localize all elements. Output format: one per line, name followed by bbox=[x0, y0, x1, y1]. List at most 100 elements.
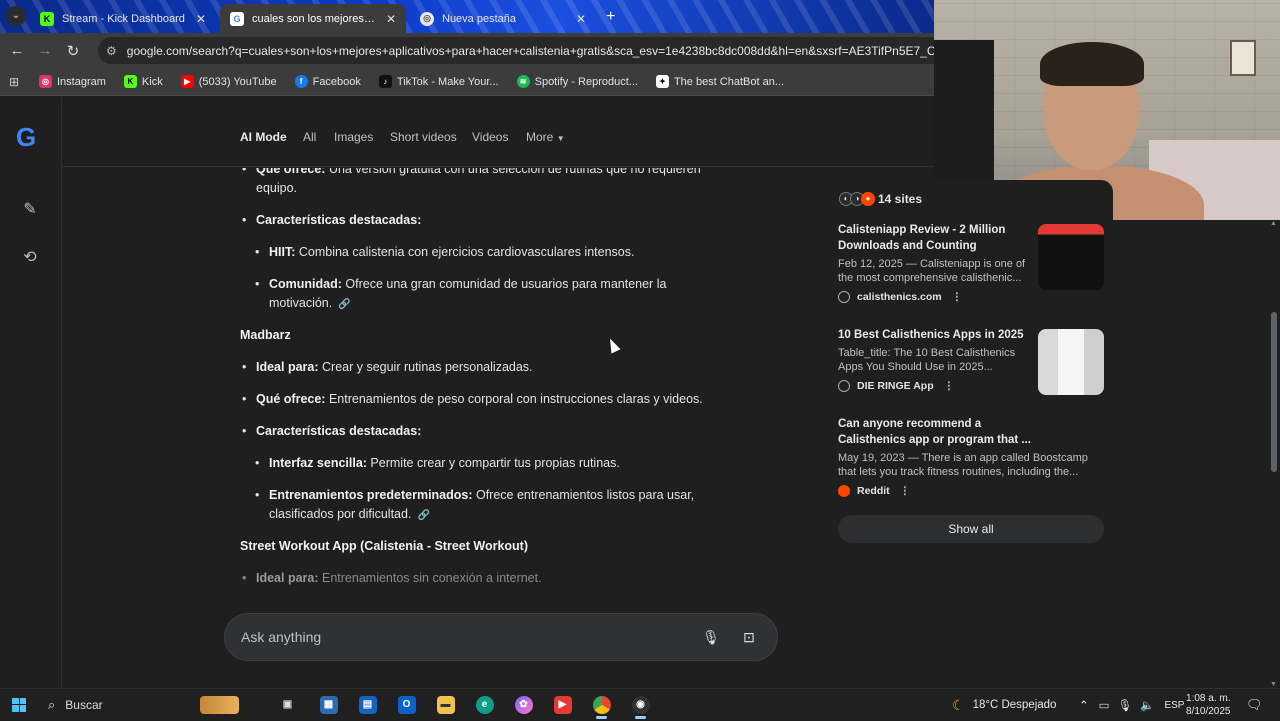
source-title[interactable]: Can anyone recommend a Calisthenics app … bbox=[838, 416, 1033, 448]
source-thumbnail bbox=[1038, 329, 1104, 395]
network-icon[interactable]: ▭ bbox=[1099, 698, 1110, 712]
reddit-icon bbox=[838, 485, 850, 497]
tab-short-videos[interactable]: Short videos bbox=[390, 130, 457, 144]
tab-ai-mode[interactable]: AI Mode bbox=[240, 130, 287, 144]
history-icon[interactable]: ⟲ bbox=[20, 247, 40, 267]
caret-down-icon: ▼ bbox=[556, 134, 565, 143]
source-card[interactable]: Calisteniapp Review - 2 Million Download… bbox=[838, 222, 1104, 303]
close-icon[interactable]: ✕ bbox=[576, 12, 586, 26]
tab-search-button[interactable]: ⌄ bbox=[6, 6, 26, 26]
weather-text: 18°C Despejado bbox=[972, 699, 1057, 711]
item-label: HIIT: bbox=[269, 245, 296, 259]
start-button[interactable] bbox=[0, 689, 38, 721]
new-tab-button[interactable]: + bbox=[606, 8, 615, 26]
microphone-icon[interactable]: 🎙 bbox=[1118, 698, 1133, 712]
source-favicon: ● bbox=[861, 192, 875, 206]
bookmark-chatbot[interactable]: ✦ The best ChatBot an... bbox=[655, 75, 784, 88]
bookmark-facebook[interactable]: f Facebook bbox=[294, 75, 361, 88]
list-item: Características destacadas: bbox=[242, 424, 422, 438]
item-label: Características destacadas: bbox=[256, 213, 422, 227]
page-scrollbar[interactable]: ▲ ▼ bbox=[1268, 220, 1280, 688]
clock-date: 8/10/2025 bbox=[1186, 706, 1231, 717]
taskbar-obs[interactable]: ◉ bbox=[621, 689, 660, 721]
link-icon[interactable]: 🔗 bbox=[417, 510, 429, 521]
source-title[interactable]: 10 Best Calisthenics Apps in 2025 bbox=[838, 327, 1033, 343]
chatbot-icon: ✦ bbox=[655, 75, 669, 88]
notifications-button[interactable]: 🗨 bbox=[1246, 689, 1263, 721]
link-icon[interactable]: 🔗 bbox=[338, 299, 350, 310]
clock[interactable]: 1:08 a. m. 8/10/2025 bbox=[1186, 689, 1231, 721]
close-icon[interactable]: ✕ bbox=[386, 12, 396, 26]
taskbar-app[interactable]: ▶ bbox=[543, 689, 582, 721]
source-site-name: calisthenics.com bbox=[857, 291, 942, 303]
item-label: Características destacadas: bbox=[256, 424, 422, 438]
scroll-down-icon[interactable]: ▼ bbox=[1270, 681, 1277, 688]
calisthenics-site-icon bbox=[838, 291, 850, 303]
list-item-continuation: motivación. 🔗 bbox=[269, 296, 351, 310]
tab-more[interactable]: More ▼ bbox=[526, 130, 565, 144]
item-text: Ofrece una gran comunidad de usuarios pa… bbox=[341, 277, 667, 291]
search-icon: ⌕ bbox=[48, 696, 56, 712]
source-snippet: Table_title: The 10 Best Calisthenics Ap… bbox=[838, 347, 1016, 373]
more-vert-icon[interactable]: ⋮ bbox=[952, 291, 963, 303]
source-card[interactable]: 10 Best Calisthenics Apps in 2025 Table_… bbox=[838, 327, 1104, 395]
back-button[interactable]: ← bbox=[6, 42, 28, 59]
weather-moon-icon: ☾ bbox=[952, 696, 965, 713]
bookmark-instagram[interactable]: ◎ Instagram bbox=[39, 75, 106, 88]
ask-input[interactable]: Ask anything bbox=[241, 629, 701, 645]
reload-button[interactable]: ↻ bbox=[62, 42, 84, 60]
more-vert-icon[interactable]: ⋮ bbox=[900, 485, 911, 497]
google-logo[interactable]: G bbox=[16, 123, 44, 151]
site-info-icon[interactable]: ⚙ bbox=[106, 44, 117, 58]
address-bar[interactable]: ⚙ google.com/search?q=cuales+son+los+mej… bbox=[98, 37, 934, 64]
new-chat-icon[interactable]: ✎ bbox=[20, 199, 40, 219]
item-text: motivación. bbox=[269, 296, 333, 310]
bookmark-kick[interactable]: K Kick bbox=[123, 75, 163, 88]
taskbar-app[interactable]: ▤ bbox=[348, 689, 387, 721]
tab-google-search[interactable]: G cuales son los mejores aplicativ ✕ bbox=[220, 4, 406, 33]
volume-icon[interactable]: 🔈 bbox=[1140, 698, 1154, 712]
sources-count[interactable]: ◐ ◑ ● 14 sites bbox=[839, 192, 922, 206]
microphone-icon[interactable]: 🎙 bbox=[701, 629, 721, 646]
bookmark-spotify[interactable]: ≋ Spotify - Reproduct... bbox=[516, 75, 638, 88]
forward-button[interactable]: → bbox=[34, 42, 56, 59]
taskbar-task-view[interactable]: ▣ bbox=[268, 689, 307, 721]
source-title[interactable]: Calisteniapp Review - 2 Million Download… bbox=[838, 222, 1033, 254]
taskbar-app[interactable]: ✿ bbox=[504, 689, 543, 721]
apps-grid-icon[interactable]: ⊞ bbox=[9, 75, 25, 89]
lens-camera-icon[interactable]: ⊡ bbox=[739, 629, 759, 646]
tab-new-tab[interactable]: ◎ Nueva pestaña ✕ bbox=[410, 4, 596, 33]
weather-widget[interactable]: ☾ 18°C Despejado bbox=[952, 689, 1056, 721]
tab-videos[interactable]: Videos bbox=[472, 130, 508, 144]
chevron-up-icon[interactable]: ⌃ bbox=[1079, 698, 1089, 712]
bookmark-tiktok[interactable]: ♪ TikTok - Make Your... bbox=[378, 75, 499, 88]
source-card[interactable]: Can anyone recommend a Calisthenics app … bbox=[838, 416, 1104, 497]
item-label: Qué ofrece: bbox=[256, 168, 326, 176]
notification-icon: 🗨 bbox=[1246, 697, 1263, 712]
taskbar-app[interactable]: ▦ bbox=[309, 689, 348, 721]
tab-images[interactable]: Images bbox=[334, 130, 373, 144]
item-label: Ideal para: bbox=[256, 571, 319, 585]
taskbar-app[interactable]: e bbox=[465, 689, 504, 721]
close-icon[interactable]: ✕ bbox=[196, 12, 206, 26]
show-all-button[interactable]: Show all bbox=[838, 515, 1104, 543]
taskbar-chrome[interactable] bbox=[582, 689, 621, 721]
taskbar-app[interactable]: O bbox=[387, 689, 426, 721]
chrome-icon: ◎ bbox=[420, 11, 434, 26]
list-item: Ideal para: Entrenamientos sin conexión … bbox=[242, 571, 542, 585]
bookmark-youtube[interactable]: ▶ (5033) YouTube bbox=[180, 75, 277, 88]
language-indicator[interactable]: ESP bbox=[1164, 700, 1184, 711]
bookmark-label: Instagram bbox=[57, 75, 106, 88]
taskbar-app[interactable]: ▬ bbox=[426, 689, 465, 721]
tab-kick-dashboard[interactable]: K Stream - Kick Dashboard ✕ bbox=[30, 4, 216, 33]
bookmark-label: Kick bbox=[141, 75, 163, 88]
list-item: Ideal para: Crear y seguir rutinas perso… bbox=[242, 360, 533, 374]
scrollbar-thumb[interactable] bbox=[1271, 312, 1277, 472]
scroll-up-icon[interactable]: ▲ bbox=[1270, 220, 1277, 227]
more-vert-icon[interactable]: ⋮ bbox=[944, 380, 955, 392]
tab-all[interactable]: All bbox=[303, 130, 316, 144]
source-snippet: May 19, 2023 — There is an app called Bo… bbox=[838, 452, 1088, 478]
ask-anything-bar[interactable]: Ask anything 🎙 ⊡ bbox=[224, 613, 778, 661]
taskbar-food-widget[interactable] bbox=[200, 689, 239, 721]
bookmark-label: (5033) YouTube bbox=[198, 75, 277, 88]
